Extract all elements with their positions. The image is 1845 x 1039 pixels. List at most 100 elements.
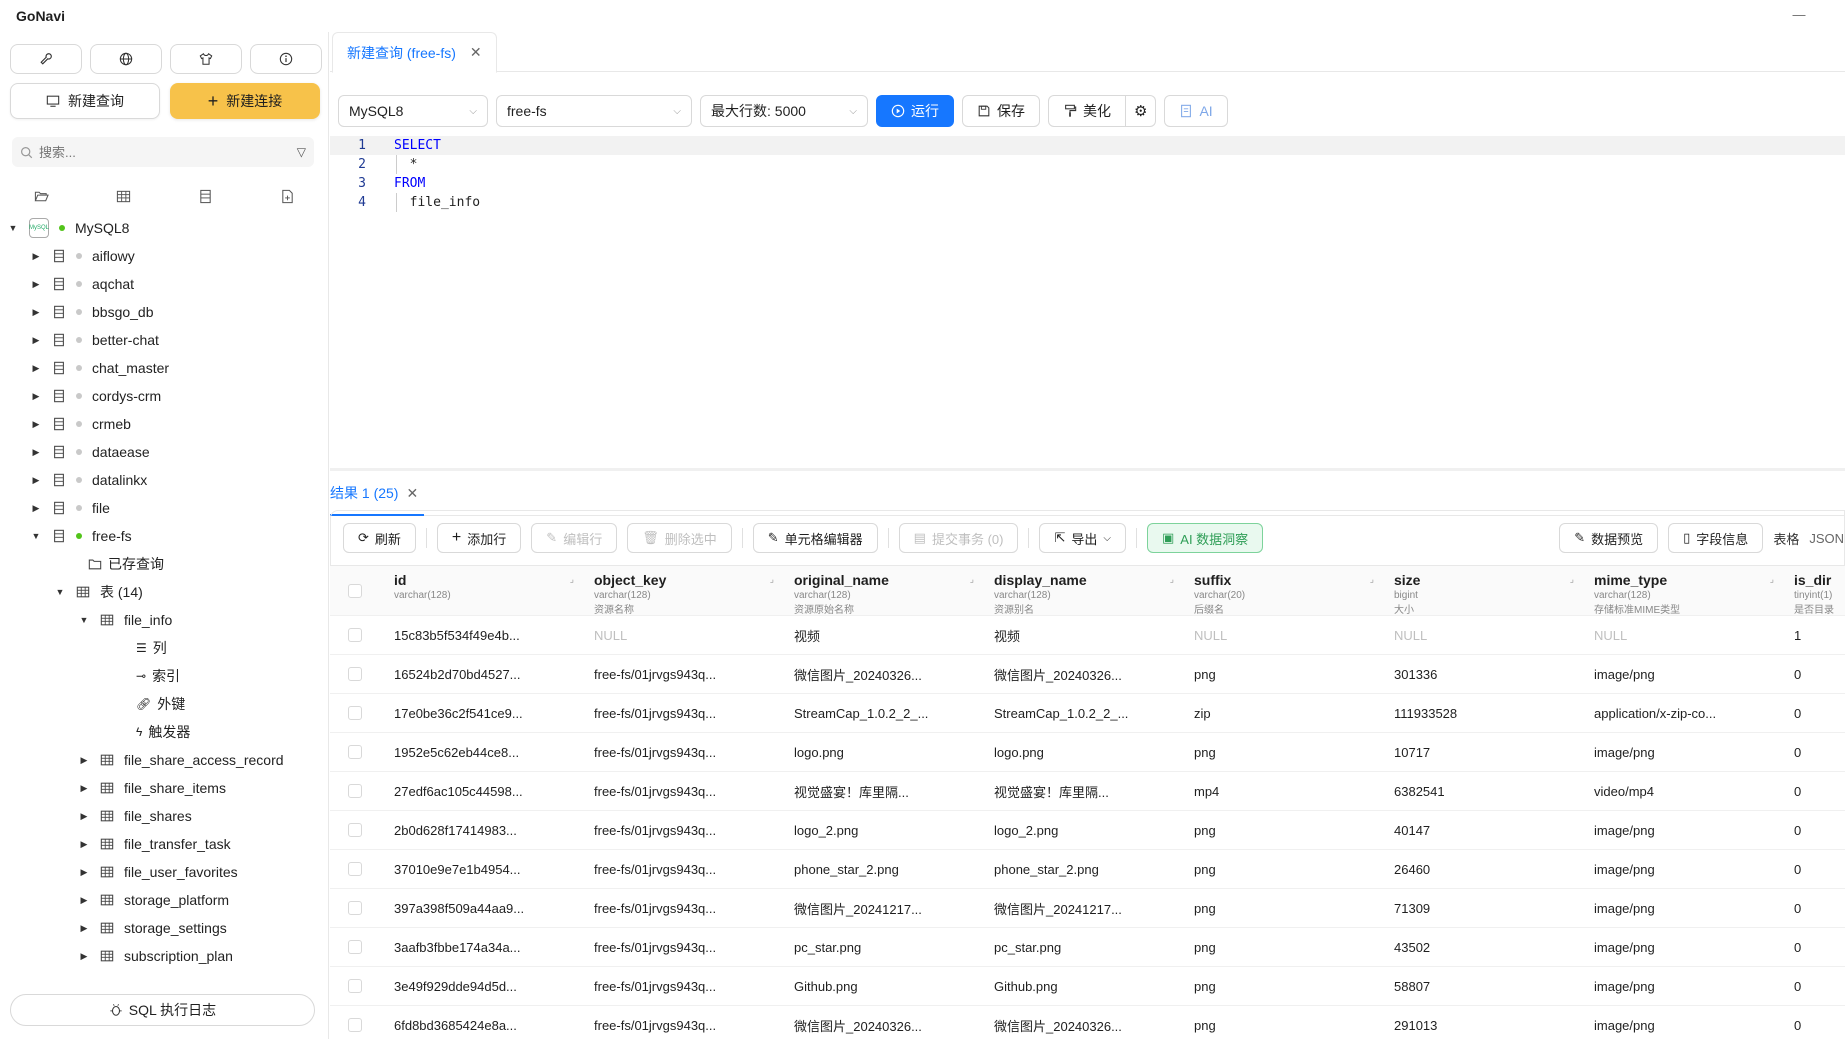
table-cell[interactable]: 2b0d628f17414983... [380, 823, 580, 838]
caret-right-icon[interactable]: ▶ [30, 419, 42, 430]
row-checkbox[interactable] [348, 823, 362, 837]
table-cell[interactable]: 6fd8bd3685424e8a... [380, 1018, 580, 1033]
table-row[interactable]: 2b0d628f17414983... free-fs/01jrvgs943q..… [330, 811, 1845, 850]
table-cell[interactable]: 58807 [1380, 979, 1580, 994]
table-cell[interactable]: pc_star.png [980, 940, 1180, 955]
table-cell[interactable]: free-fs/01jrvgs943q... [580, 1018, 780, 1033]
resize-handle-icon[interactable]: ⌟ [1570, 574, 1574, 585]
caret-right-icon[interactable]: ▶ [78, 839, 90, 850]
sql-log-button[interactable]: SQL 执行日志 [10, 994, 315, 1026]
new-query-button[interactable]: 新建查询 [10, 83, 160, 119]
run-button[interactable]: 运行 [876, 95, 954, 127]
table-cell[interactable]: free-fs/01jrvgs943q... [580, 823, 780, 838]
database-select[interactable]: free-fs ⌵ [496, 95, 692, 127]
tree-node-foreign-keys[interactable]: 🔗︎ 外键 [0, 690, 329, 718]
table-cell[interactable]: zip [1180, 706, 1380, 721]
save-button[interactable]: 保存 [962, 95, 1040, 127]
column-header-object-key[interactable]: object_key varchar(128) 资源名称 ⌟ [580, 566, 780, 615]
table-cell[interactable]: 26460 [1380, 862, 1580, 877]
table-cell[interactable]: image/png [1580, 979, 1780, 994]
table-cell[interactable]: 291013 [1380, 1018, 1580, 1033]
tree-table-file-info[interactable]: ▼ file_info [0, 606, 329, 634]
table-cell[interactable]: image/png [1580, 667, 1780, 682]
table-cell[interactable]: 17e0be36c2f541ce9... [380, 706, 580, 721]
row-checkbox[interactable] [348, 745, 362, 759]
table-cell[interactable]: StreamCap_1.0.2_2_... [780, 706, 980, 721]
table-cell[interactable]: video/mp4 [1580, 784, 1780, 799]
view-mode-json[interactable]: JSON [1809, 531, 1844, 546]
caret-down-icon[interactable]: ▼ [54, 587, 66, 597]
table-cell[interactable]: 微信图片_20241217... [980, 899, 1180, 918]
table-cell[interactable]: 40147 [1380, 823, 1580, 838]
caret-down-icon[interactable]: ▼ [78, 615, 90, 625]
row-checkbox[interactable] [348, 784, 362, 798]
tree-database[interactable]: ▶ aqchat [0, 270, 329, 298]
table-cell[interactable]: 视频 [980, 626, 1180, 645]
export-button[interactable]: ⇱ 导出 ⌵ [1039, 523, 1126, 553]
table-cell[interactable]: free-fs/01jrvgs943q... [580, 745, 780, 760]
tree-database[interactable]: ▶ aiflowy [0, 242, 329, 270]
tools-button[interactable] [10, 44, 82, 74]
table-cell[interactable]: 0 [1780, 667, 1845, 682]
table-cell[interactable]: logo.png [980, 745, 1180, 760]
table-cell[interactable]: 0 [1780, 823, 1845, 838]
table-cell[interactable]: png [1180, 1018, 1380, 1033]
search-input[interactable] [39, 144, 297, 160]
tree-database[interactable]: ▶ dataease [0, 438, 329, 466]
tree-table[interactable]: ▶ file_shares [0, 802, 329, 830]
table-cell[interactable]: phone_star_2.png [780, 862, 980, 877]
caret-right-icon[interactable]: ▶ [30, 307, 42, 318]
table-row[interactable]: 37010e9e7e1b4954... free-fs/01jrvgs943q..… [330, 850, 1845, 889]
caret-right-icon[interactable]: ▶ [78, 951, 90, 962]
caret-right-icon[interactable]: ▶ [78, 923, 90, 934]
table-cell[interactable]: image/png [1580, 940, 1780, 955]
table-cell[interactable]: png [1180, 901, 1380, 916]
column-header-id[interactable]: id varchar(128) ⌟ [380, 566, 580, 615]
column-header-display-name[interactable]: display_name varchar(128) 资源别名 ⌟ [980, 566, 1180, 615]
table-cell[interactable]: free-fs/01jrvgs943q... [580, 784, 780, 799]
table-cell[interactable]: 0 [1780, 979, 1845, 994]
tab-new-query[interactable]: 新建查询 (free-fs) ✕ [332, 32, 497, 73]
resize-handle-icon[interactable]: ⌟ [1370, 574, 1374, 585]
table-cell[interactable]: image/png [1580, 1018, 1780, 1033]
resize-handle-icon[interactable]: ⌟ [770, 574, 774, 585]
table-cell[interactable]: 16524b2d70bd4527... [380, 667, 580, 682]
proxy-button[interactable] [90, 44, 162, 74]
table-cell[interactable]: 0 [1780, 784, 1845, 799]
table-cell[interactable]: Github.png [980, 979, 1180, 994]
tree-database[interactable]: ▶ better-chat [0, 326, 329, 354]
tree-connection-mysql8[interactable]: ▼ MySQL MySQL8 [0, 214, 329, 242]
table-cell[interactable]: 10717 [1380, 745, 1580, 760]
table-row[interactable]: 15c83b5f534f49e4b... NULL 视频 视频 NULL NULL NULL… [330, 616, 1845, 655]
table-cell[interactable]: NULL [1380, 628, 1580, 643]
tree-table[interactable]: ▶ file_share_items [0, 774, 329, 802]
new-connection-button[interactable]: + 新建连接 [170, 83, 320, 119]
table-cell[interactable]: free-fs/01jrvgs943q... [580, 667, 780, 682]
caret-right-icon[interactable]: ▶ [78, 811, 90, 822]
close-icon[interactable]: ✕ [406, 485, 418, 502]
table-cell[interactable]: png [1180, 940, 1380, 955]
table-cell[interactable]: logo_2.png [980, 823, 1180, 838]
table-cell[interactable]: 37010e9e7e1b4954... [380, 862, 580, 877]
resize-handle-icon[interactable]: ⌟ [1770, 574, 1774, 585]
ai-button[interactable]: AI [1164, 95, 1228, 127]
table-cell[interactable]: png [1180, 745, 1380, 760]
table-cell[interactable]: 0 [1780, 745, 1845, 760]
caret-right-icon[interactable]: ▶ [30, 251, 42, 262]
sql-editor[interactable]: 1 SELECT 2 * 3 FROM 4 file_info [330, 136, 1845, 466]
tree-database[interactable]: ▶ chat_master [0, 354, 329, 382]
table-cell[interactable]: image/png [1580, 862, 1780, 877]
delete-selected-button[interactable]: 🗑︎ 删除选中 [627, 523, 732, 553]
caret-down-icon[interactable]: ▼ [7, 223, 19, 233]
tree-database[interactable]: ▼ free-fs [0, 522, 329, 550]
cell-editor-button[interactable]: ✎ 单元格编辑器 [752, 523, 878, 553]
beautify-button[interactable]: 美化 [1048, 95, 1126, 127]
table-cell[interactable]: free-fs/01jrvgs943q... [580, 979, 780, 994]
view-mode-table[interactable]: 表格 [1773, 529, 1799, 548]
caret-right-icon[interactable]: ▶ [30, 279, 42, 290]
row-checkbox[interactable] [348, 979, 362, 993]
table-cell[interactable]: free-fs/01jrvgs943q... [580, 940, 780, 955]
edit-row-button[interactable]: ✎ 编辑行 [531, 523, 618, 553]
tree-saved-queries[interactable]: 已存查询 [0, 550, 329, 578]
table-cell[interactable]: png [1180, 823, 1380, 838]
